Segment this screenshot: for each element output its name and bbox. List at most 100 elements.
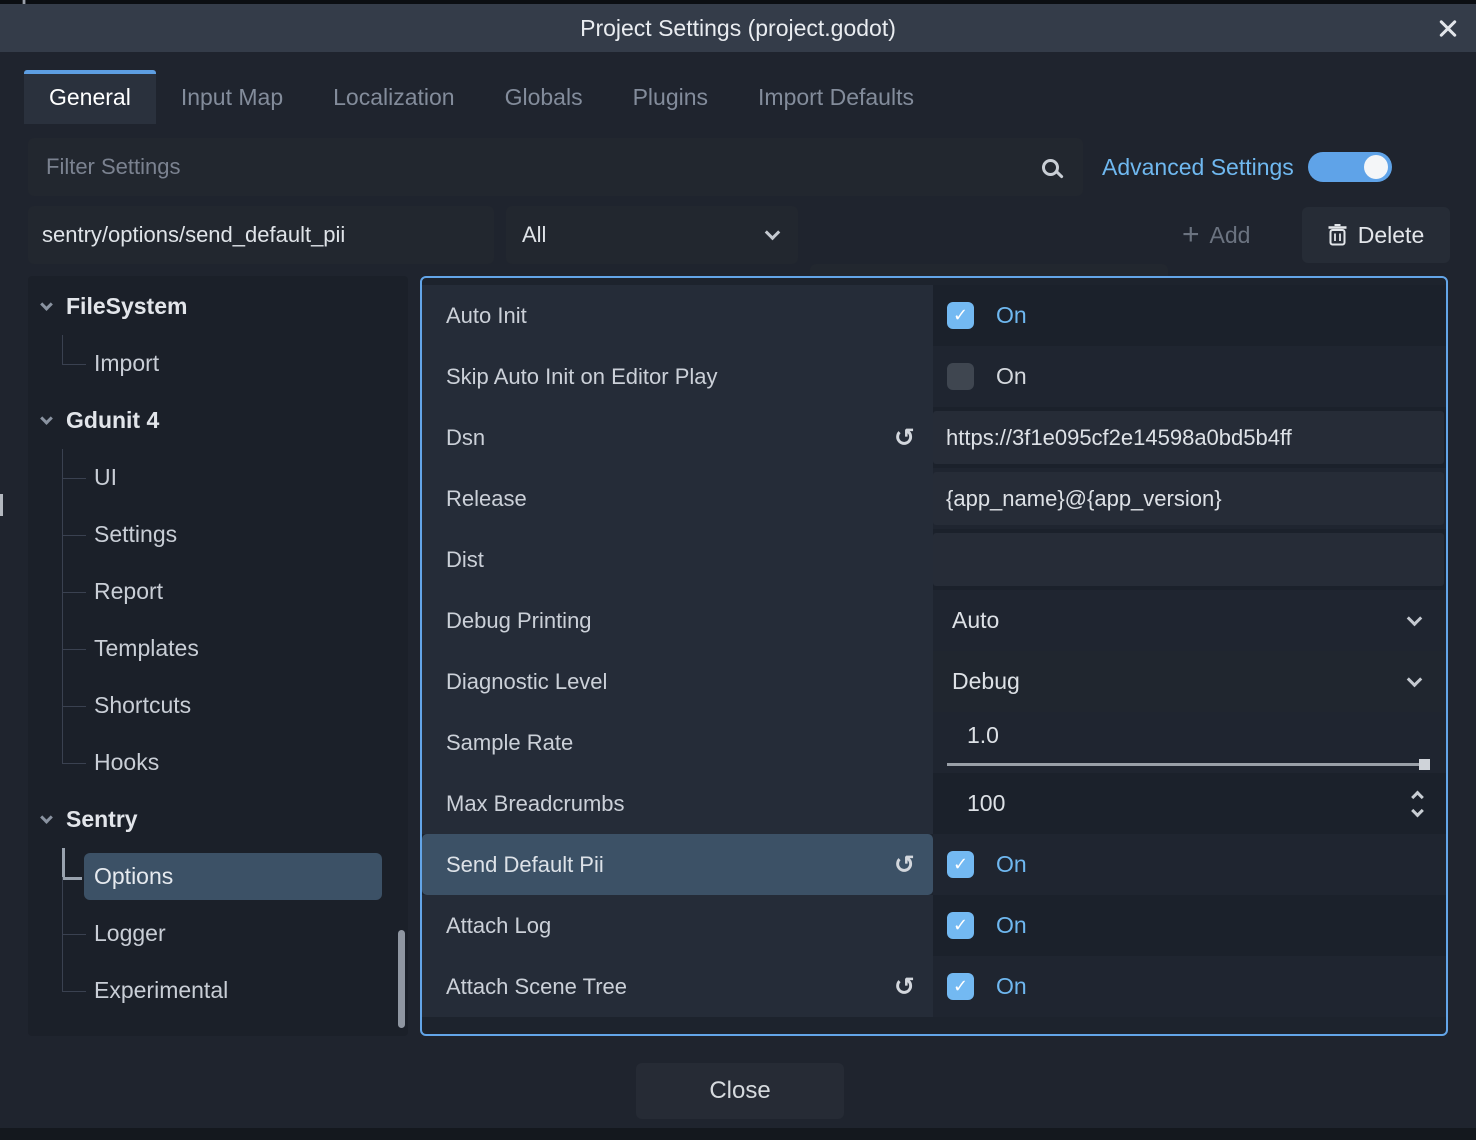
tree-item-experimental[interactable]: Experimental (28, 962, 408, 1019)
close-icon[interactable] (1434, 15, 1462, 43)
tab-bar: GeneralInput MapLocalizationGlobals Plugi… (24, 70, 939, 124)
setting-value-cell[interactable] (933, 529, 1446, 590)
setting-value-cell[interactable]: ✓ On (933, 285, 1446, 346)
setting-label: Diagnostic Level (446, 669, 607, 695)
tree-item-logger[interactable]: Logger (28, 905, 408, 962)
setting-label-cell[interactable]: Send Default Pii ↺ (422, 834, 933, 895)
setting-label-cell[interactable]: Dsn↺ (422, 407, 933, 468)
chevron-down-icon (765, 225, 781, 241)
add-property-button[interactable]: + Add (1182, 206, 1250, 264)
tree-item-label: UI (94, 464, 117, 491)
tree-items: FileSystemImportGdunit 4 UI Settings Report… (28, 278, 408, 1019)
tree-item-import[interactable]: Import (28, 335, 408, 392)
setting-value-cell[interactable]: Auto (933, 590, 1446, 651)
tab-import-defaults[interactable]: Import Defaults (733, 70, 939, 124)
setting-value-cell[interactable]: Debug (933, 651, 1446, 712)
tab-localization[interactable]: Localization (308, 70, 479, 124)
setting-row-attach-scene-tree: Attach Scene Tree ↺ ✓On (422, 956, 1446, 1017)
checkbox[interactable] (947, 363, 974, 390)
tab-label: Plugins (633, 84, 708, 111)
tree-guide-line (62, 877, 63, 906)
tree-scrollbar[interactable] (398, 930, 405, 1028)
property-path-field[interactable] (28, 206, 494, 264)
settings-panel: Auto Init✓OnSkip Auto Init on Editor Pla… (420, 276, 1448, 1036)
setting-label-cell[interactable]: Max Breadcrumbs (422, 773, 933, 834)
checkbox[interactable]: ✓ (947, 851, 974, 878)
tree-guide-line (62, 620, 88, 677)
tree-item-gdunit-4[interactable]: Gdunit 4 (28, 392, 408, 449)
property-path-input[interactable] (42, 222, 480, 248)
tree-item-filesystem[interactable]: FileSystem (28, 278, 408, 335)
active-tab-accent (24, 70, 156, 74)
advanced-settings-toggle[interactable] (1308, 152, 1392, 182)
setting-value-cell[interactable]: 1.0 (933, 712, 1446, 773)
tree-item-label: Report (94, 578, 163, 605)
delete-button-label: Delete (1358, 222, 1424, 249)
tree-item-shortcuts[interactable]: Shortcuts (28, 677, 408, 734)
checkbox-state-label: On (996, 851, 1027, 878)
text-field[interactable] (933, 533, 1444, 586)
chevron-down-icon (1407, 611, 1423, 627)
setting-value-cell[interactable]: ✓On (933, 956, 1446, 1017)
slider-track[interactable] (947, 763, 1430, 766)
tree-item-label: Options (94, 863, 173, 890)
setting-value-cell[interactable]: ✓On (933, 895, 1446, 956)
setting-row-release: Release{app_name}@{app_version} (422, 468, 1446, 529)
chevron-down-icon (40, 412, 53, 425)
text-field[interactable]: https://3f1e095cf2e14598a0bd5b4ff (933, 411, 1444, 464)
tree-item-sentry[interactable]: Sentry (28, 791, 408, 848)
checkbox[interactable]: ✓ (947, 302, 974, 329)
search-icon (1042, 159, 1059, 176)
tab-plugins[interactable]: Plugins (608, 70, 733, 124)
revert-icon[interactable]: ↺ (894, 852, 915, 877)
setting-value-cell[interactable]: ✓ On (933, 834, 1446, 895)
tree-item-ui[interactable]: UI (28, 449, 408, 506)
tab-globals[interactable]: Globals (480, 70, 608, 124)
setting-label-cell[interactable]: Release (422, 468, 933, 529)
revert-icon[interactable]: ↺ (894, 974, 915, 999)
tree-item-hooks[interactable]: Hooks (28, 734, 408, 791)
setting-value-cell[interactable]: 100 (933, 773, 1446, 834)
setting-label-cell[interactable]: Sample Rate (422, 712, 933, 773)
setting-label-cell[interactable]: Attach Scene Tree ↺ (422, 956, 933, 1017)
tree-guide-line (62, 962, 88, 1019)
checkbox[interactable]: ✓ (947, 912, 974, 939)
setting-label-cell[interactable]: Auto Init (422, 285, 933, 346)
filter-settings-input[interactable] (46, 154, 1042, 180)
setting-label: Send Default Pii (446, 852, 604, 878)
setting-label-cell[interactable]: Skip Auto Init on Editor Play (422, 346, 933, 407)
tree-item-settings[interactable]: Settings (28, 506, 408, 563)
setting-label-cell[interactable]: Debug Printing (422, 590, 933, 651)
spinner-arrows[interactable] (1413, 792, 1422, 815)
tree-item-label: Settings (94, 521, 177, 548)
setting-value-cell[interactable]: On (933, 346, 1446, 407)
add-button-label: Add (1210, 222, 1251, 249)
setting-label-cell[interactable]: Dist (422, 529, 933, 590)
dialog-bottom-edge (0, 1128, 1476, 1140)
setting-row-auto-init: Auto Init ✓ On (422, 285, 1446, 346)
checkbox-state-label: On (996, 302, 1027, 329)
text-field[interactable]: {app_name}@{app_version} (933, 472, 1444, 525)
tab-general[interactable]: General (24, 70, 156, 124)
revert-icon[interactable]: ↺ (894, 425, 915, 450)
slider-handle[interactable] (1419, 759, 1430, 770)
setting-value-cell[interactable]: {app_name}@{app_version} (933, 468, 1446, 529)
tree-guide-line (62, 734, 88, 791)
setting-label: Auto Init (446, 303, 527, 329)
tree-item-templates[interactable]: Templates (28, 620, 408, 677)
feature-filter-dropdown[interactable]: All (506, 206, 798, 264)
setting-label: Dist (446, 547, 484, 573)
slider-value: 1.0 (967, 722, 999, 749)
tree-item-report[interactable]: Report (28, 563, 408, 620)
setting-label-cell[interactable]: Attach Log (422, 895, 933, 956)
setting-label: Attach Scene Tree (446, 974, 627, 1000)
filter-settings-field[interactable] (28, 138, 1083, 196)
close-button[interactable]: Close (636, 1063, 844, 1119)
setting-label-cell[interactable]: Diagnostic Level (422, 651, 933, 712)
tab-input-map[interactable]: Input Map (156, 70, 308, 124)
tree-item-label: Hooks (94, 749, 159, 776)
tree-item-options[interactable]: Options (28, 848, 408, 905)
setting-value-cell[interactable]: https://3f1e095cf2e14598a0bd5b4ff (933, 407, 1446, 468)
checkbox[interactable]: ✓ (947, 973, 974, 1000)
delete-property-button[interactable]: Delete (1302, 207, 1450, 263)
